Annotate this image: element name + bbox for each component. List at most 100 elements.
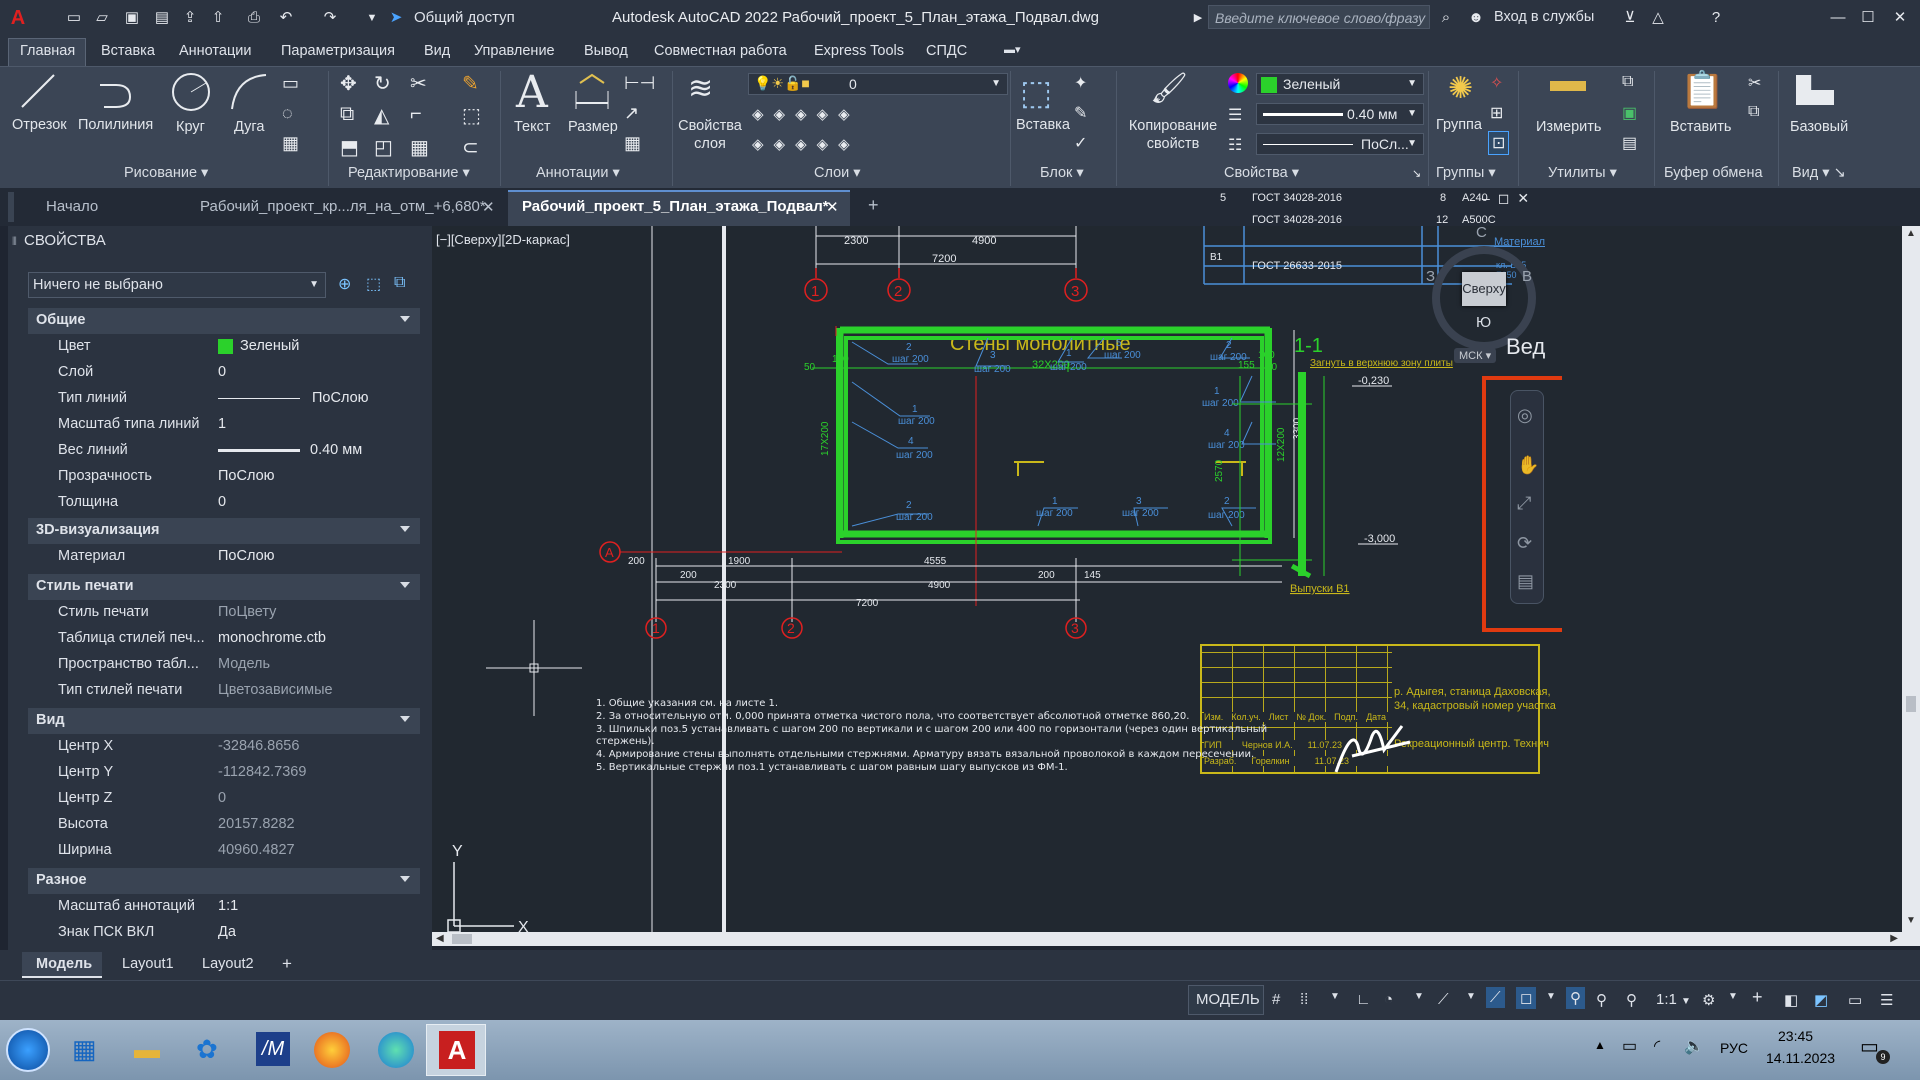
circle-icon[interactable] [170,71,212,113]
text-icon[interactable]: A [516,67,548,118]
photos-icon[interactable]: ✿ [196,1034,218,1065]
tab-drawing-2[interactable]: Рабочий_проект_5_План_этажа_Подвал* [522,198,829,215]
auto-scale-icon[interactable]: ⚲ [1596,991,1607,1009]
group-icon[interactable]: ✺ [1448,71,1473,106]
viewcube-east[interactable]: В [1522,268,1532,285]
new-tab-icon[interactable]: + [868,195,879,216]
panel-clipboard[interactable]: Буфер обмена [1664,165,1763,181]
paste-icon[interactable]: 📋 [1680,69,1725,111]
copy-icon[interactable]: ⧉ [340,103,354,126]
workspace-gear-icon[interactable]: ⚙ [1702,991,1715,1009]
section-view[interactable]: Вид [28,708,420,734]
panel-draw[interactable]: Рисование ▾ [124,165,208,181]
select-all-icon[interactable]: ▣ [1622,103,1637,123]
prop-annotation-scale[interactable]: Масштаб аннотаций 1:1 [28,894,420,920]
viewcube-north[interactable]: С [1476,224,1487,241]
mirror-icon[interactable]: ◭ [374,103,389,128]
expand-search-icon[interactable]: ▶ [1188,8,1208,28]
upload-icon[interactable]: ⇪ [180,8,200,28]
prop-ucs-icon-on[interactable]: Знак ПСК ВКЛ Да [28,920,420,946]
prop-transparency[interactable]: Прозрачность ПоСлою [28,464,420,490]
clock-time[interactable]: 23:45 [1778,1028,1813,1044]
offset-icon[interactable]: ⊂ [462,135,479,160]
annotation-monitor-icon[interactable]: + [1752,987,1763,1008]
create-block-icon[interactable]: ✦ [1074,73,1087,93]
network-icon[interactable]: ◜ [1654,1036,1660,1056]
circle-button[interactable]: Круг [176,119,205,135]
annotation-scale-value[interactable]: 1:1 ▼ [1656,991,1691,1008]
close-tab-1-icon[interactable]: ✕ [482,198,495,216]
line-button[interactable]: Отрезок [12,117,67,133]
viewcube-face-top[interactable]: Сверху [1462,272,1506,306]
line-icon[interactable] [18,71,58,111]
leader-icon[interactable]: ↗ [624,103,639,124]
hatch-icon[interactable]: ◌ [282,103,293,124]
clock-date[interactable]: 14.11.2023 [1766,1050,1835,1066]
insert-block-icon[interactable]: ⬚ [1020,73,1052,113]
share-file-icon[interactable]: ⇧ [208,8,228,28]
move-icon[interactable]: ✥ [340,71,357,96]
tab-insert[interactable]: Вставка [101,43,155,59]
tab-express-tools[interactable]: Express Tools [814,43,904,59]
panel-modify[interactable]: Редактирование ▾ [348,165,470,181]
layer-properties-button[interactable]: Свойства слоя [678,117,742,153]
drawing-canvas[interactable]: [−][Сверху][2D-каркас] Y X 2300 4900 720… [432,190,1920,946]
prop-height[interactable]: Высота 20157.8282 [28,812,420,838]
block-attribute-icon[interactable]: ✓ [1074,133,1087,153]
qat-customize-icon[interactable]: ▼ [362,8,382,28]
model-space-button[interactable]: МОДЕЛЬ [1196,991,1260,1008]
polyline-button[interactable]: Полилиния [78,117,153,133]
undo-icon[interactable]: ↶ [276,8,296,28]
explorer-icon[interactable]: ▬ [134,1034,160,1065]
table-icon[interactable]: ▦ [624,133,641,154]
vertical-scrollbar[interactable]: ▲ ▼ [1902,226,1920,946]
polyline-icon[interactable] [96,73,136,113]
section-misc[interactable]: Разное [28,868,420,894]
tab-start[interactable]: Начало [46,198,98,215]
prop-color[interactable]: Цвет Зеленый [28,334,420,360]
isolate-objects-icon[interactable]: ◧ [1784,991,1798,1009]
match-properties-button[interactable]: Копирование свойств [1126,117,1220,153]
vertical-scroll-thumb[interactable] [1906,696,1916,712]
signin-button[interactable]: Вход в службы [1494,9,1594,25]
layer-properties-icon[interactable]: ≋ [688,71,713,106]
selection-dropdown[interactable]: Ничего не выбрано ▼ [28,272,326,298]
tab-layout2[interactable]: Layout2 [202,956,254,972]
add-layout-icon[interactable]: + [282,954,292,974]
edge-icon[interactable] [378,1032,414,1068]
panel-view[interactable]: Вид ▾ ↘ [1792,165,1846,181]
prop-layer[interactable]: Слой 0 [28,360,420,386]
cart-icon[interactable]: ⊻ [1620,8,1640,28]
panel-groups[interactable]: Группы ▾ [1436,165,1496,181]
ucs-menu[interactable]: МСК ▾ [1454,348,1497,363]
trim-icon[interactable]: ✂ [410,71,427,96]
redo-icon[interactable]: ↷ [320,8,340,28]
autocad-taskbar-button[interactable]: A [426,1024,486,1076]
fillet-icon[interactable]: ⌐ [410,103,422,126]
prop-material[interactable]: Материал ПоСлою [28,544,420,570]
ungroup-icon[interactable]: ✧ [1490,73,1503,93]
group-button[interactable]: Группа [1436,117,1482,133]
arc-button[interactable]: Дуга [234,119,264,135]
measure-button[interactable]: Измерить [1536,119,1601,135]
prop-linetype-scale[interactable]: Масштаб типа линий 1 [28,412,420,438]
section-plot-style[interactable]: Стиль печати [28,574,420,600]
match-properties-icon[interactable]: 🖌 [1150,71,1188,106]
prop-center-z[interactable]: Центр Z0 [28,786,420,812]
rectangle-icon[interactable]: ▭ [282,73,299,94]
tab-layout1[interactable]: Layout1 [122,956,174,972]
group-select-icon[interactable]: ⊡ [1488,131,1510,155]
tab-annotate[interactable]: Аннотации [179,43,251,59]
tab-model[interactable]: Модель [36,956,92,972]
toggle-pickadd-icon[interactable]: ⊕ [338,274,351,294]
snap-menu-icon[interactable]: ▼ [1330,991,1340,1002]
store-icon[interactable]: ▦ [72,1034,97,1065]
dimension-button[interactable]: Размер [568,119,618,135]
horizontal-scrollbar[interactable]: ◀ ▶ [432,932,1902,946]
search-icon[interactable]: ⌕ [1436,8,1456,28]
autodesk-app-icon[interactable]: △ [1648,8,1668,28]
rotate-icon[interactable]: ↻ [374,71,391,96]
linetype-dropdown[interactable]: ПоСл... ▼ [1256,133,1424,155]
close-icon[interactable]: ✕ [1890,8,1910,28]
app-menu-button[interactable]: A [8,8,28,28]
